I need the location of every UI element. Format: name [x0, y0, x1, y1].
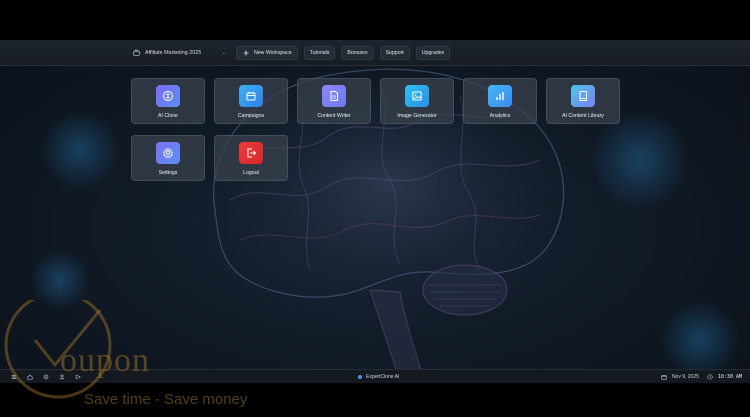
- top-toolbar: Affiliate Marketing 2025 ⌄ New Workspace…: [0, 40, 750, 66]
- new-workspace-label: New Workspace: [254, 49, 292, 56]
- tile-ai-clone[interactable]: AI Clone: [131, 78, 205, 124]
- taskbar-date: Nov 9, 2025: [671, 373, 699, 380]
- tile-analytics[interactable]: Analytics: [463, 78, 537, 124]
- taskbar-time: 10:30 AM: [717, 373, 742, 380]
- tile-label: AI Clone: [158, 113, 178, 119]
- tile-label: AI Content Library: [562, 113, 604, 119]
- gear-icon: [156, 142, 180, 164]
- image-icon: [405, 85, 429, 107]
- tile-label: Settings: [158, 170, 178, 176]
- tile-campaigns[interactable]: Campaigns: [214, 78, 288, 124]
- taskbar-app-name: ExpertClone AI: [366, 373, 400, 380]
- logout-icon: [239, 142, 263, 164]
- upgrades-button[interactable]: Upgrades: [415, 45, 451, 60]
- bonuses-button[interactable]: Bonuses: [341, 45, 374, 60]
- gear-icon[interactable]: [42, 373, 49, 380]
- letterbox-top: [0, 0, 750, 40]
- app-indicator-dot: [358, 374, 362, 379]
- new-workspace-button[interactable]: New Workspace: [236, 45, 298, 60]
- upgrades-label: Upgrades: [421, 49, 445, 56]
- tutorials-label: Tutorials: [309, 49, 330, 56]
- watermark-brand: oupon: [60, 342, 150, 379]
- tile-label: Content Writer: [317, 113, 351, 119]
- tile-settings[interactable]: Settings: [131, 135, 205, 181]
- tile-image-generator[interactable]: Image Generator: [380, 78, 454, 124]
- app-screen: Affiliate Marketing 2025 ⌄ New Workspace…: [0, 40, 750, 383]
- bar-chart-icon: [488, 85, 512, 107]
- tile-label: Image Generator: [397, 113, 437, 119]
- watermark-tagline: Save time - Save money: [84, 391, 248, 408]
- clone-icon: [156, 85, 180, 107]
- clock-icon: [706, 373, 714, 381]
- tile-label: Logout: [243, 170, 259, 176]
- bonuses-label: Bonuses: [347, 49, 368, 56]
- tile-logout[interactable]: Logout: [214, 135, 288, 181]
- tutorials-button[interactable]: Tutorials: [303, 45, 336, 60]
- chevron-down-icon: ⌄: [221, 49, 226, 56]
- taskbar-clock: Nov 9, 2025 10:30 AM: [660, 373, 742, 381]
- home-icon[interactable]: [26, 373, 33, 380]
- tile-label: Analytics: [489, 113, 511, 119]
- taskbar-app[interactable]: ExpertClone AI: [358, 374, 399, 380]
- brain-background-illustration: [30, 68, 740, 383]
- calendar-icon: [239, 85, 263, 107]
- workspace-select[interactable]: Affiliate Marketing 2025 ⌄: [128, 45, 230, 61]
- menu-icon[interactable]: [10, 373, 17, 380]
- calendar-icon: [660, 373, 668, 381]
- workspace-select-value: Affiliate Marketing 2025: [145, 49, 202, 56]
- plus-icon: [242, 49, 250, 57]
- tile-label: Campaigns: [237, 113, 265, 119]
- document-icon: [322, 85, 346, 107]
- tile-content-writer[interactable]: Content Writer: [297, 78, 371, 124]
- book-icon: [571, 85, 595, 107]
- support-button[interactable]: Support: [379, 45, 410, 60]
- support-label: Support: [385, 49, 404, 56]
- briefcase-icon: [132, 49, 140, 57]
- tile-ai-content-library[interactable]: AI Content Library: [546, 78, 620, 124]
